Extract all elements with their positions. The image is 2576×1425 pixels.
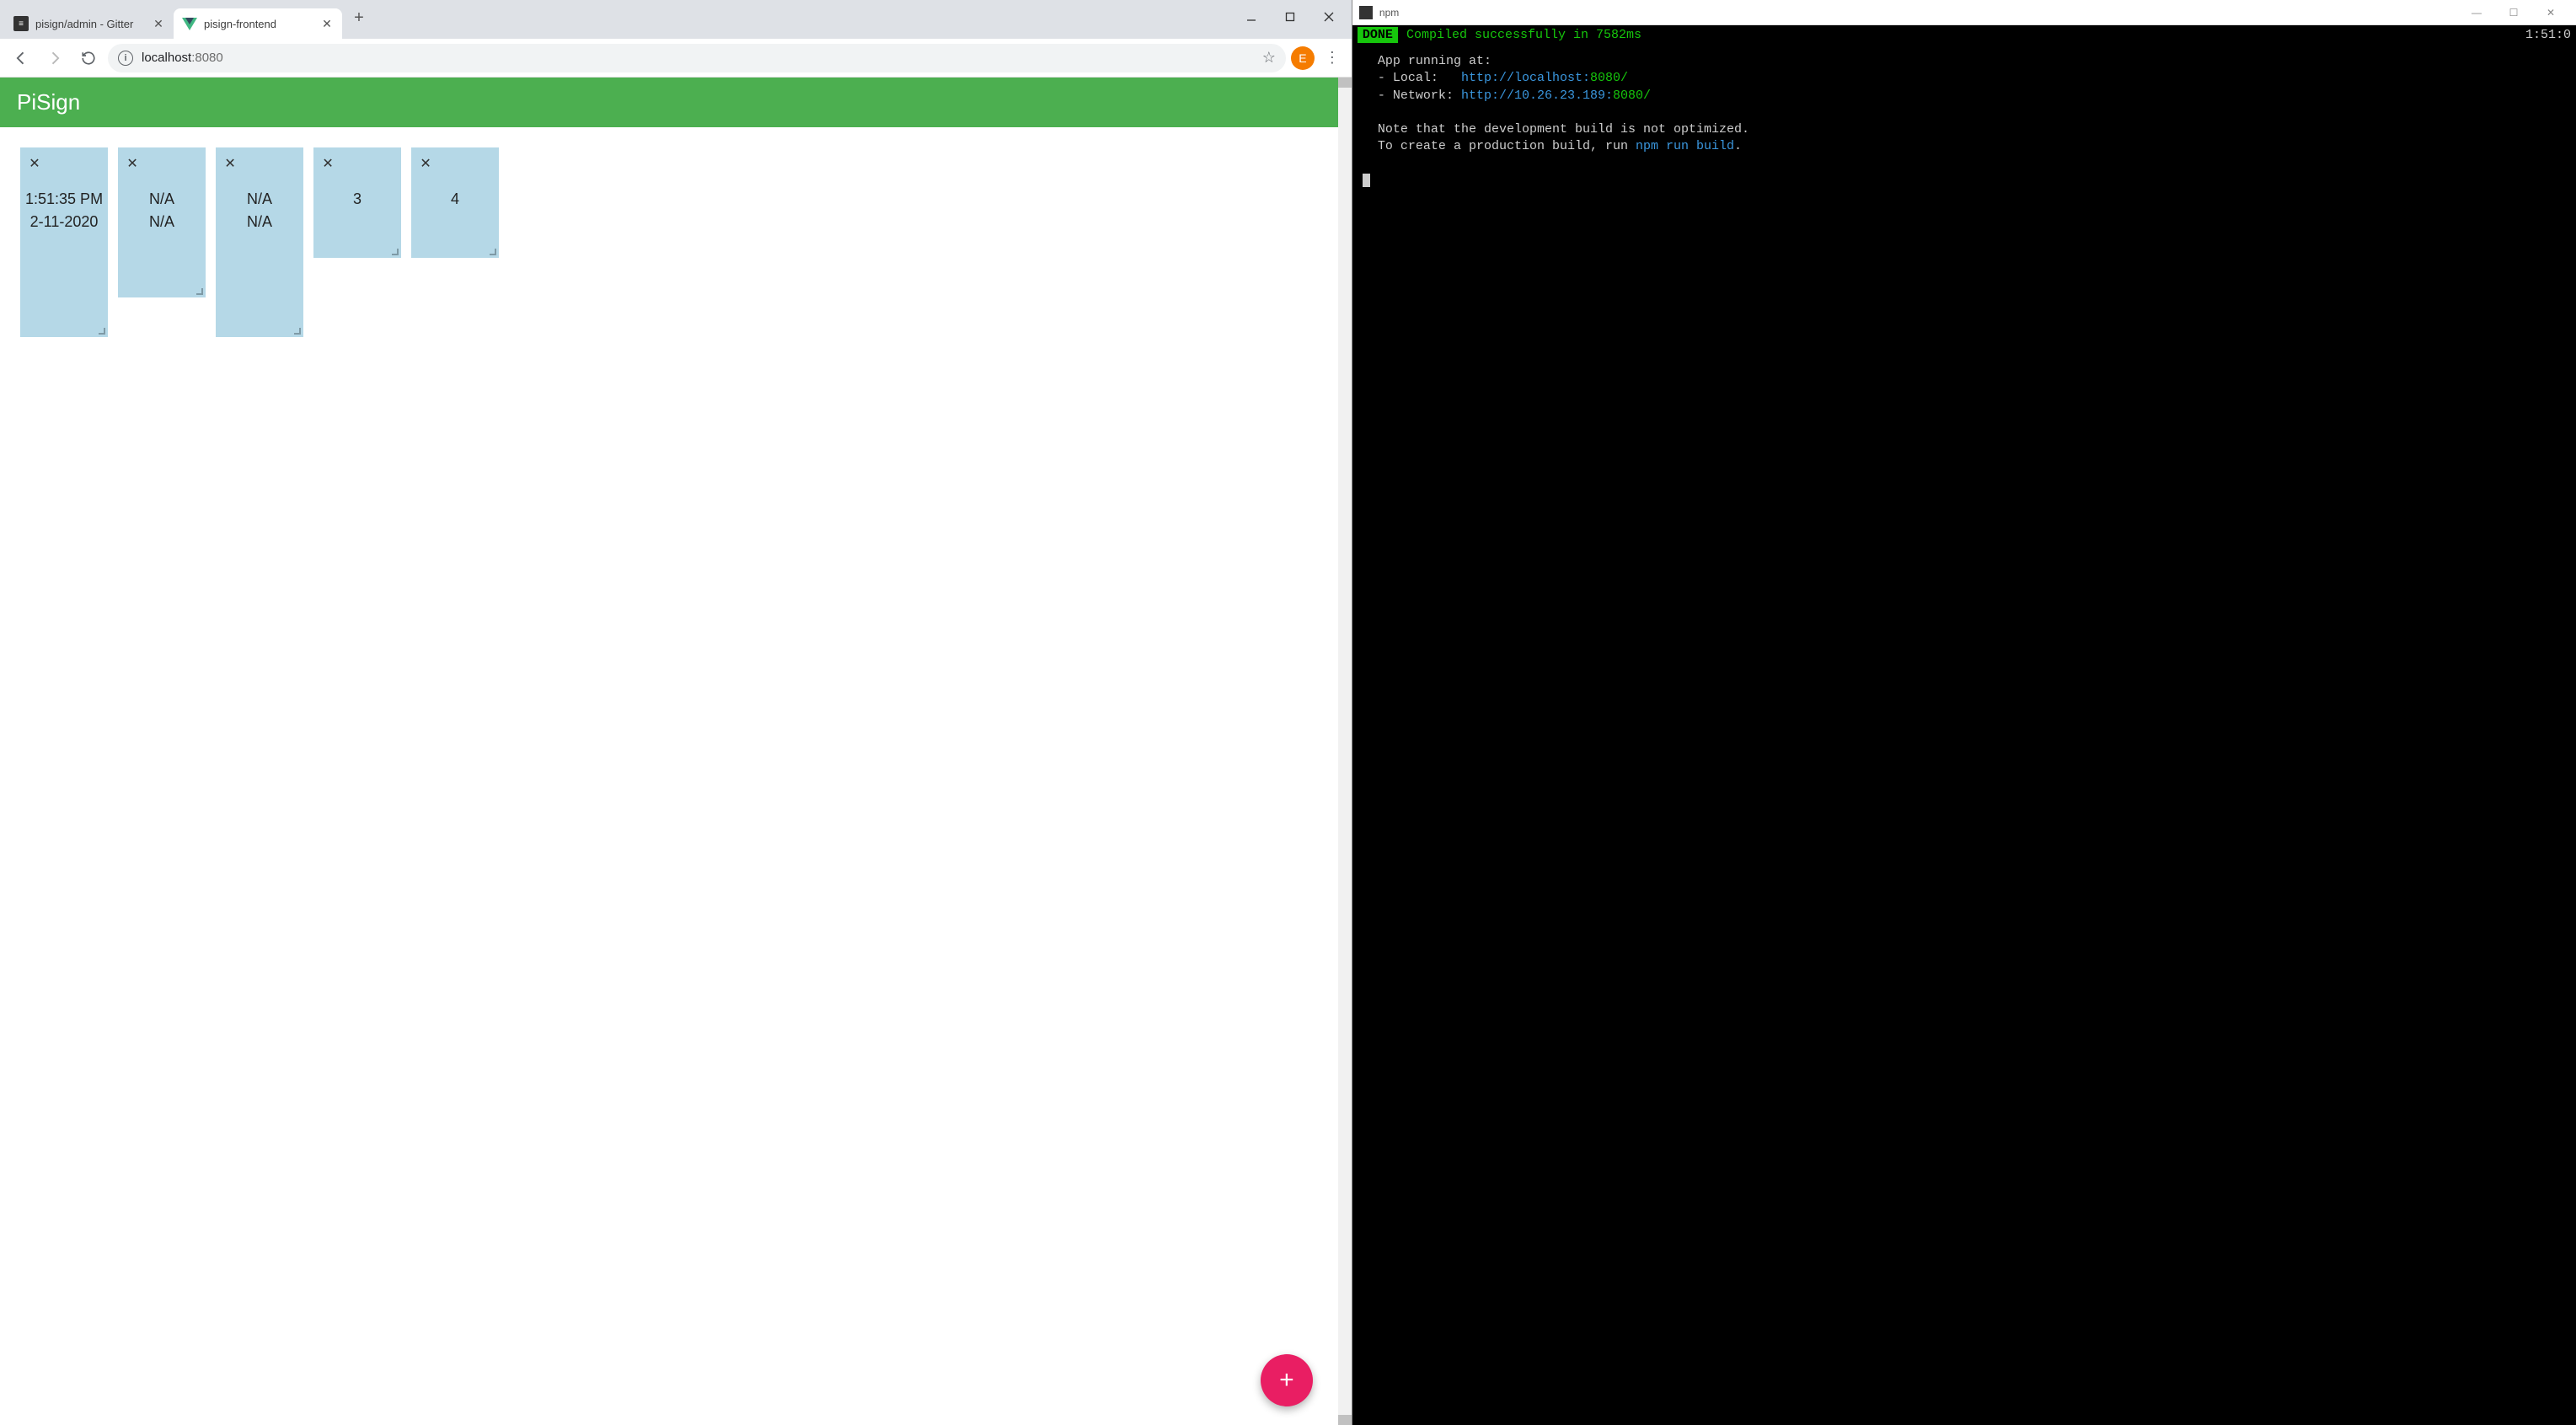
close-icon[interactable]: ✕ [319,154,337,173]
close-icon[interactable]: ✕ [221,154,239,173]
card-line: 3 [353,188,361,211]
terminal-window-controls: — ☐ ✕ [2458,1,2569,24]
tab-pisign-frontend[interactable]: pisign-frontend ✕ [174,8,342,39]
term-line: To create a production build, run [1363,139,1636,153]
vue-favicon [182,16,197,31]
resize-handle-icon[interactable] [292,325,302,335]
terminal-output[interactable]: App running at: - Local: http://localhos… [1352,45,2576,1425]
card-line: N/A [247,188,272,211]
status-message: Compiled successfully in 7582ms [1406,28,1641,42]
card-line: N/A [149,211,174,233]
app-header: PiSign [0,78,1352,127]
maximize-button[interactable] [1271,3,1309,30]
cmd-icon [1359,6,1373,19]
tab-title: pisign-frontend [204,18,313,30]
resize-handle-icon[interactable] [389,246,399,256]
card-line: 2-11-2020 [30,211,99,233]
card-line: N/A [149,188,174,211]
term-port: 8080/ [1590,71,1628,85]
cards-container: ✕ 1:51:35 PM 2-11-2020 ✕ N/A N/A ✕ N/A N… [0,127,1352,357]
term-port: 8080/ [1613,88,1651,103]
chrome-menu-button[interactable]: ⋮ [1320,46,1345,71]
vertical-scrollbar[interactable] [1338,78,1352,1425]
terminal-title: npm [1379,7,2451,19]
term-url: http://localhost: [1461,71,1590,85]
terminal-titlebar[interactable]: npm — ☐ ✕ [1352,0,2576,25]
term-line: App running at: [1363,54,1492,68]
term-line: - Local: [1363,71,1461,85]
widget-card[interactable]: ✕ 4 [411,147,499,258]
term-line: . [1734,139,1742,153]
tab-strip: ≡ pisign/admin - Gitter ✕ pisign-fronten… [0,0,1352,39]
close-tab-icon[interactable]: ✕ [320,17,334,30]
bookmark-star-icon[interactable]: ☆ [1262,49,1276,67]
widget-card[interactable]: ✕ 1:51:35 PM 2-11-2020 [20,147,108,337]
close-window-button[interactable] [1309,3,1348,30]
widget-card[interactable]: ✕ N/A N/A [216,147,303,337]
profile-avatar[interactable]: E [1291,46,1315,70]
resize-handle-icon[interactable] [96,325,106,335]
close-icon[interactable]: ✕ [25,154,44,173]
minimize-button[interactable]: — [2458,1,2495,24]
url-text: localhost:8080 [142,51,1254,65]
widget-card[interactable]: ✕ N/A N/A [118,147,206,297]
scroll-arrow-up-icon[interactable] [1338,78,1352,88]
resize-handle-icon[interactable] [487,246,497,256]
term-line: - Network: [1363,88,1461,103]
add-fab-button[interactable]: + [1261,1354,1313,1406]
address-bar[interactable]: i localhost:8080 ☆ [108,44,1286,72]
page-viewport: PiSign ✕ 1:51:35 PM 2-11-2020 ✕ N/A N/A … [0,78,1352,1425]
status-done-badge: DONE [1358,27,1398,43]
close-icon[interactable]: ✕ [123,154,142,173]
tab-gitter[interactable]: ≡ pisign/admin - Gitter ✕ [5,8,174,39]
close-tab-icon[interactable]: ✕ [152,17,165,30]
terminal-status-line: DONE Compiled successfully in 7582ms 1:5… [1352,25,2576,45]
gitter-favicon: ≡ [13,16,29,31]
chrome-browser-window: ≡ pisign/admin - Gitter ✕ pisign-fronten… [0,0,1352,1425]
site-info-icon[interactable]: i [118,51,133,66]
maximize-button[interactable]: ☐ [2495,1,2532,24]
term-line: Note that the development build is not o… [1363,122,1749,137]
scroll-arrow-down-icon[interactable] [1338,1415,1352,1425]
status-time: 1:51:0 [2525,28,2571,42]
widget-card[interactable]: ✕ 3 [313,147,401,258]
browser-toolbar: i localhost:8080 ☆ E ⋮ [0,39,1352,78]
window-controls [1232,0,1348,39]
reload-button[interactable] [74,44,103,72]
card-line: N/A [247,211,272,233]
back-button[interactable] [7,44,35,72]
close-window-button[interactable]: ✕ [2532,1,2569,24]
close-icon[interactable]: ✕ [416,154,435,173]
forward-button[interactable] [40,44,69,72]
terminal-window: npm — ☐ ✕ DONE Compiled successfully in … [1352,0,2576,1425]
term-url: http://10.26.23.189: [1461,88,1613,103]
tab-title: pisign/admin - Gitter [35,18,145,30]
card-line: 1:51:35 PM [25,188,103,211]
new-tab-button[interactable]: + [347,6,371,29]
card-line: 4 [451,188,459,211]
term-command: npm run build [1636,139,1734,153]
minimize-button[interactable] [1232,3,1271,30]
terminal-cursor [1363,174,1370,187]
resize-handle-icon[interactable] [194,286,204,296]
